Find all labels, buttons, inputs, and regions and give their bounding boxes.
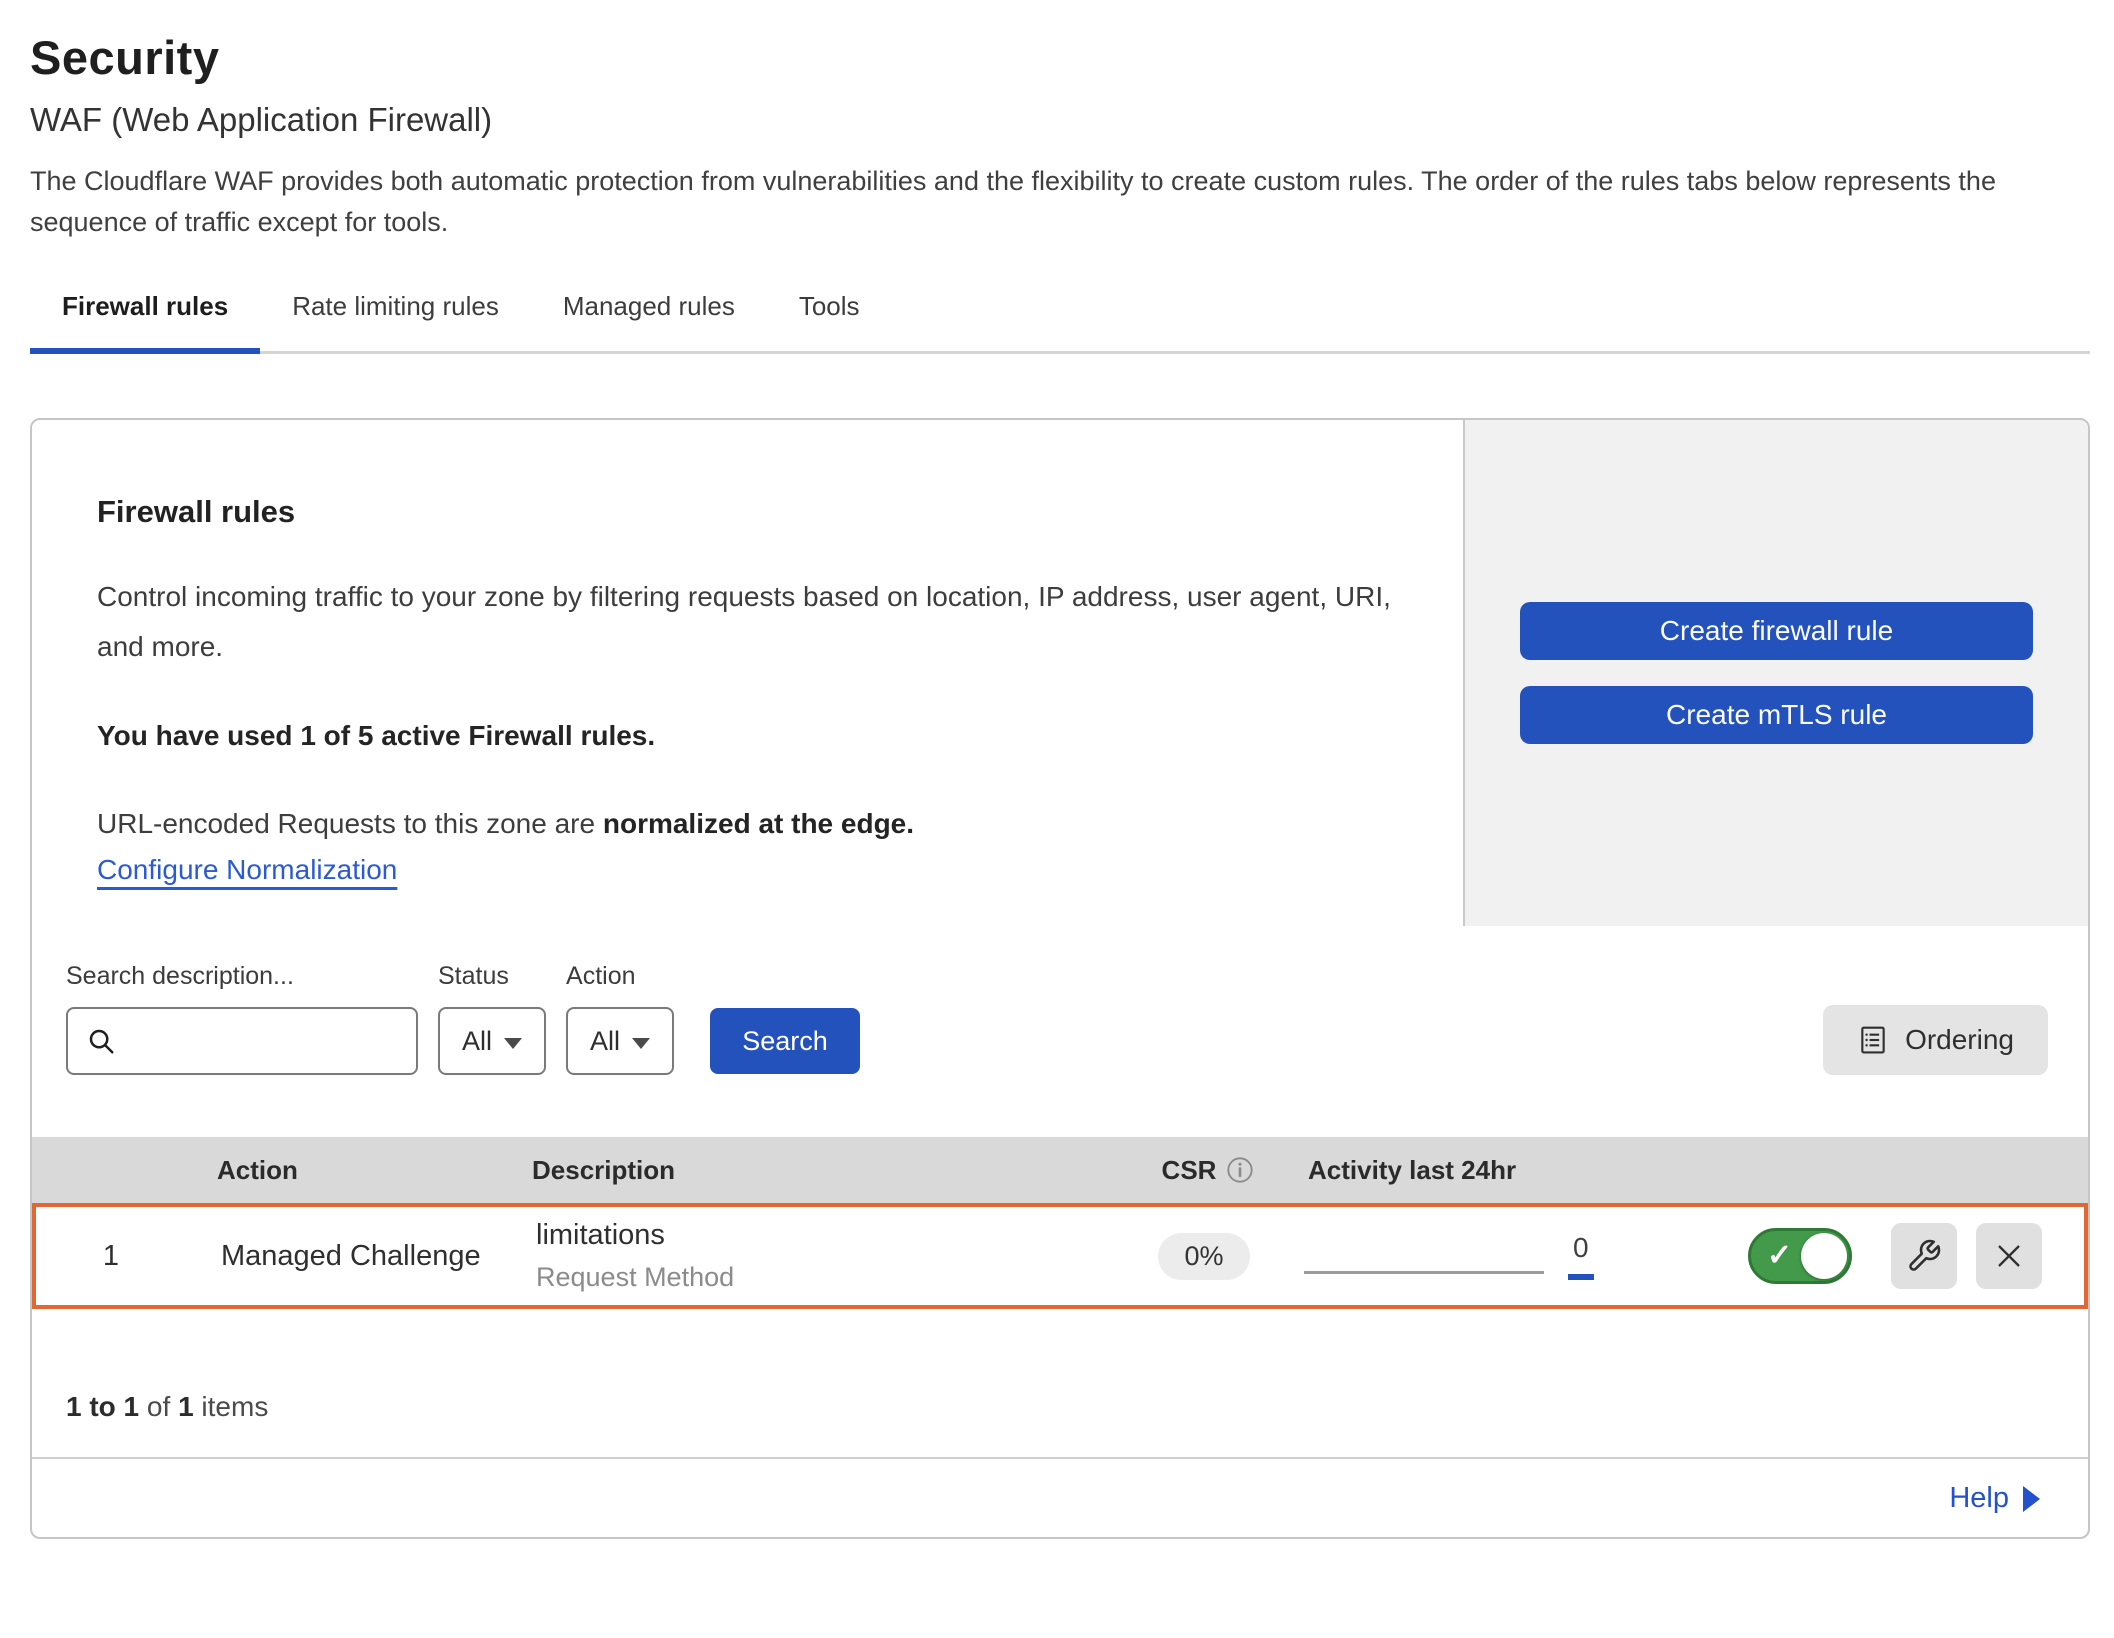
rule-description-detail: Request Method <box>536 1262 1104 1293</box>
action-filter-select[interactable]: All <box>566 1007 674 1075</box>
firewall-rules-overview: Firewall rules Control incoming traffic … <box>32 420 2088 926</box>
ordering-list-icon <box>1857 1024 1889 1056</box>
page-title: Security <box>30 30 2090 85</box>
normalization-note-bold: normalized at the edge. <box>603 808 914 839</box>
firewall-rule-row[interactable]: 1 Managed Challenge limitations Request … <box>32 1203 2088 1309</box>
rule-priority: 1 <box>36 1240 186 1273</box>
create-rule-panel: Create firewall rule Create mTLS rule <box>1463 420 2088 926</box>
status-filter-select[interactable]: All <box>438 1007 546 1075</box>
normalization-note: URL-encoded Requests to this zone are no… <box>97 808 1403 840</box>
rule-activity-cell: 0 <box>1304 1232 1664 1280</box>
search-icon <box>86 1026 116 1056</box>
header-csr-label: CSR <box>1162 1155 1217 1186</box>
status-filter-group: Status All <box>438 962 546 1075</box>
tab-managed-rules[interactable]: Managed rules <box>531 291 767 354</box>
header-csr: CSR <box>1108 1155 1308 1186</box>
wrench-icon <box>1906 1238 1942 1274</box>
chevron-right-icon <box>2023 1486 2040 1512</box>
header-action: Action <box>182 1155 522 1186</box>
pagination-of: of <box>147 1391 170 1422</box>
pagination-items: items <box>201 1391 268 1422</box>
rule-csr-cell: 0% <box>1104 1233 1304 1280</box>
rules-tab-bar: Firewall rules Rate limiting rules Manag… <box>30 291 2090 354</box>
overview-text-column: Firewall rules Control incoming traffic … <box>32 420 1463 926</box>
toggle-knob <box>1801 1233 1847 1279</box>
configure-normalization-link[interactable]: Configure Normalization <box>97 854 397 886</box>
header-activity: Activity last 24hr <box>1308 1155 1668 1186</box>
ordering-button-label: Ordering <box>1905 1024 2014 1056</box>
rule-controls-cell: ✓ <box>1664 1223 2084 1289</box>
pagination-total: 1 <box>178 1391 194 1422</box>
activity-sparkline <box>1304 1238 1544 1274</box>
security-waf-page: Security WAF (Web Application Firewall) … <box>0 0 2114 1539</box>
action-filter-group: Action All <box>566 962 674 1075</box>
page-description: The Cloudflare WAF provides both automat… <box>30 161 2085 243</box>
check-icon: ✓ <box>1767 1238 1792 1273</box>
firewall-rules-card: Firewall rules Control incoming traffic … <box>30 418 2090 1539</box>
rule-description: limitations <box>536 1219 1104 1252</box>
search-description-label: Search description... <box>66 962 418 991</box>
help-link[interactable]: Help <box>1949 1482 2040 1515</box>
rule-description-cell: limitations Request Method <box>526 1219 1104 1293</box>
info-icon[interactable] <box>1226 1156 1254 1184</box>
overview-description: Control incoming traffic to your zone by… <box>97 572 1397 672</box>
close-icon <box>1993 1240 2025 1272</box>
search-button[interactable]: Search <box>710 1008 860 1074</box>
tab-firewall-rules[interactable]: Firewall rules <box>30 291 260 354</box>
search-input-box[interactable] <box>66 1007 418 1075</box>
usage-summary: You have used 1 of 5 active Firewall rul… <box>97 720 1403 752</box>
chevron-down-icon <box>504 1038 522 1049</box>
edit-rule-button[interactable] <box>1891 1223 1957 1289</box>
action-filter-value: All <box>590 1026 620 1057</box>
status-filter-value: All <box>462 1026 492 1057</box>
rule-enabled-toggle[interactable]: ✓ <box>1748 1228 1852 1284</box>
page-subtitle: WAF (Web Application Firewall) <box>30 101 2090 139</box>
csr-badge: 0% <box>1158 1233 1249 1280</box>
tab-tools[interactable]: Tools <box>767 291 892 354</box>
help-row: Help <box>32 1459 2088 1537</box>
help-link-label: Help <box>1949 1482 2009 1515</box>
activity-count-link[interactable]: 0 <box>1568 1232 1594 1280</box>
filter-bar: Search description... Status All <box>32 926 2088 1137</box>
tab-rate-limiting-rules[interactable]: Rate limiting rules <box>260 291 531 354</box>
delete-rule-button[interactable] <box>1976 1223 2042 1289</box>
header-description: Description <box>522 1155 1108 1186</box>
ordering-button[interactable]: Ordering <box>1823 1005 2048 1075</box>
overview-heading: Firewall rules <box>97 494 1403 530</box>
status-filter-label: Status <box>438 962 546 991</box>
action-filter-label: Action <box>566 962 674 991</box>
create-mtls-rule-button[interactable]: Create mTLS rule <box>1520 686 2033 744</box>
rule-action: Managed Challenge <box>186 1240 526 1273</box>
create-firewall-rule-button[interactable]: Create firewall rule <box>1520 602 2033 660</box>
search-description-group: Search description... <box>66 962 418 1075</box>
pagination-range: 1 to 1 <box>66 1391 139 1422</box>
search-input[interactable] <box>130 1026 465 1057</box>
normalization-note-text: URL-encoded Requests to this zone are <box>97 808 595 839</box>
table-pagination-summary: 1 to 1 of 1 items <box>32 1309 2088 1459</box>
table-header-row: Action Description CSR Activity last 24h… <box>32 1137 2088 1203</box>
chevron-down-icon <box>632 1038 650 1049</box>
